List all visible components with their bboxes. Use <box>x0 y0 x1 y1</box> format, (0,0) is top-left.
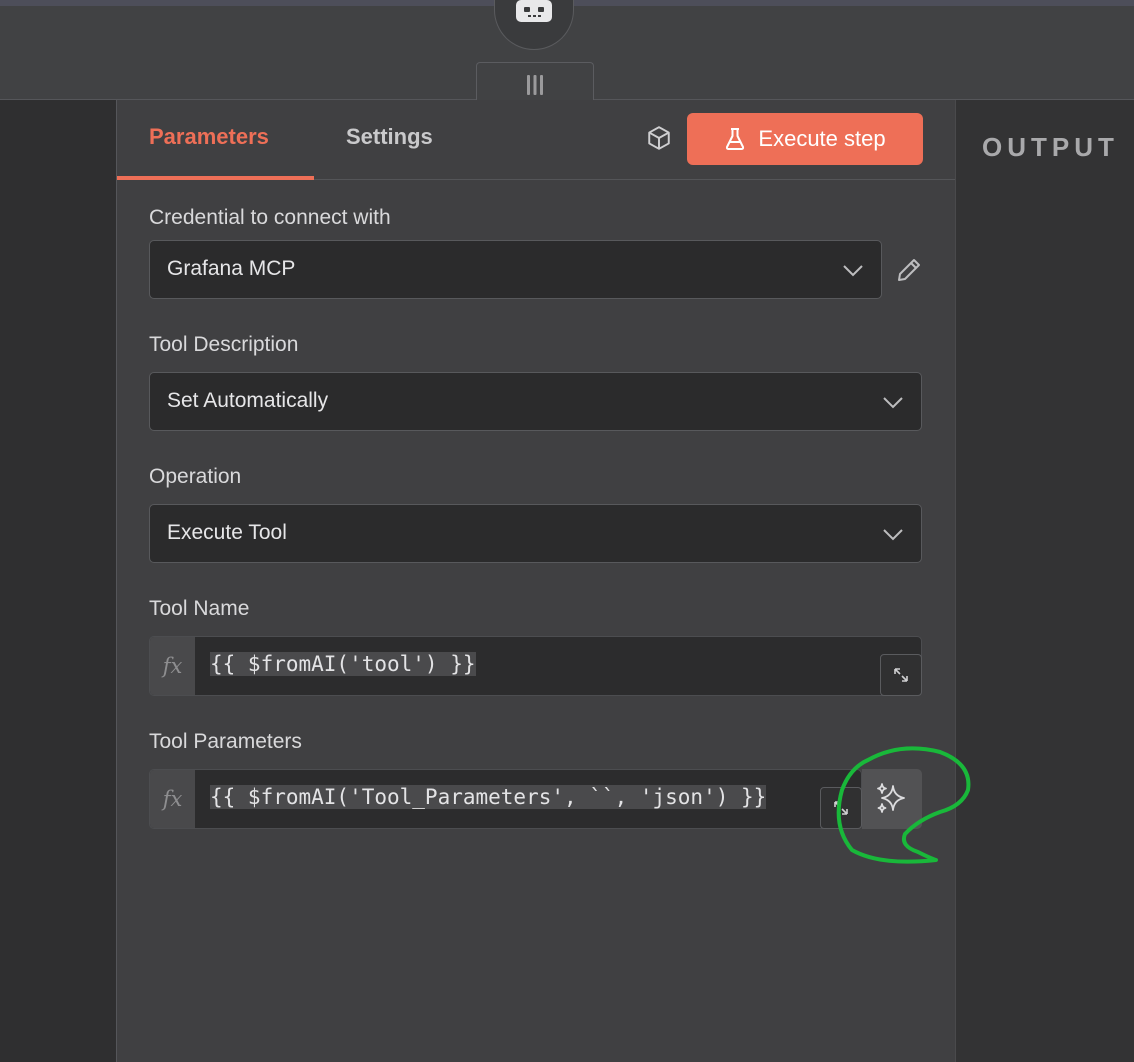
credential-value: Grafana MCP <box>167 257 296 280</box>
expand-icon <box>834 801 848 815</box>
fx-indicator: fx <box>150 770 195 828</box>
robot-icon <box>516 0 552 22</box>
input-panel <box>0 100 116 1062</box>
tab-parameters[interactable]: Parameters <box>149 124 269 150</box>
tool-description-value: Set Automatically <box>167 389 329 412</box>
tool-parameters-expression: {{ $fromAI('Tool_Parameters', ``, 'json'… <box>210 785 767 809</box>
active-tab-indicator <box>117 176 314 180</box>
workflow-editor: OUTPUT Parameters Settings Execute step <box>0 0 1134 1062</box>
node-parameters-panel: Parameters Settings Execute step Credent… <box>116 100 955 1062</box>
canvas-strip <box>0 0 1134 107</box>
credential-label: Credential to connect with <box>149 206 391 229</box>
operation-select[interactable]: Execute Tool <box>149 504 922 563</box>
tool-name-expand-button[interactable] <box>880 654 922 696</box>
output-title: OUTPUT <box>982 132 1119 162</box>
tool-name-expression: {{ $fromAI('tool') }} <box>210 652 476 676</box>
ai-agent-node[interactable] <box>494 0 574 50</box>
tool-parameters-expression-input[interactable]: fx {{ $fromAI('Tool_Parameters', ``, 'js… <box>149 769 862 829</box>
chevron-down-icon <box>883 529 903 541</box>
credential-select[interactable]: Grafana MCP <box>149 240 882 299</box>
tool-name-label: Tool Name <box>149 597 250 620</box>
cube-icon[interactable] <box>646 125 672 151</box>
execute-step-button[interactable]: Execute step <box>687 113 923 165</box>
operation-value: Execute Tool <box>167 521 287 544</box>
tool-description-label: Tool Description <box>149 333 299 356</box>
chevron-down-icon <box>883 397 903 409</box>
execute-step-label: Execute step <box>758 126 886 151</box>
panel-tabs: Parameters Settings Execute step <box>117 100 955 180</box>
tool-name-expression-text: {{ $fromAI('tool') }} <box>210 652 476 676</box>
chevron-down-icon <box>843 265 863 277</box>
output-panel: OUTPUT <box>955 100 1134 1062</box>
flask-icon <box>726 128 745 150</box>
expand-icon <box>894 668 908 682</box>
ai-generate-button[interactable] <box>862 769 922 829</box>
tool-name-expression-input[interactable]: fx {{ $fromAI('tool') }} <box>149 636 922 696</box>
tab-settings[interactable]: Settings <box>346 124 433 150</box>
sparkles-icon <box>877 783 905 813</box>
tool-parameters-label: Tool Parameters <box>149 730 302 753</box>
operation-label: Operation <box>149 465 242 488</box>
tool-parameters-expression-text: {{ $fromAI('Tool_Parameters', ``, 'json'… <box>210 785 767 809</box>
pencil-icon[interactable] <box>895 256 923 284</box>
tool-parameters-expand-button[interactable] <box>820 787 862 829</box>
fx-indicator: fx <box>150 637 195 695</box>
drag-handle-icon <box>527 75 543 95</box>
tool-description-select[interactable]: Set Automatically <box>149 372 922 431</box>
